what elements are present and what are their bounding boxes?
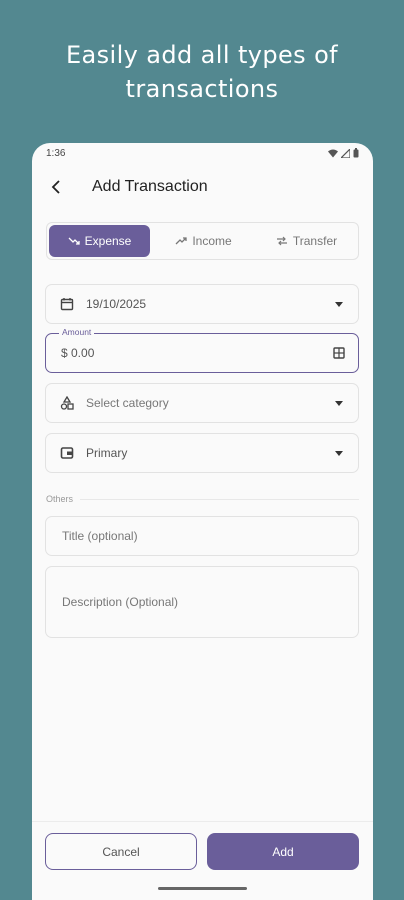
category-placeholder: Select category — [86, 396, 169, 410]
chevron-down-icon — [332, 450, 346, 456]
tab-transfer-label: Transfer — [292, 234, 338, 248]
amount-value: $ 0.00 — [61, 346, 95, 360]
chevron-down-icon — [332, 400, 346, 406]
amount-field[interactable]: $ 0.00 — [45, 333, 359, 373]
swap-icon — [276, 236, 287, 246]
tab-expense[interactable]: Expense — [49, 225, 150, 257]
tab-income-label: Income — [192, 234, 232, 248]
add-button[interactable]: Add — [207, 833, 359, 870]
title-placeholder: Title (optional) — [62, 529, 138, 543]
tab-transfer[interactable]: Transfer — [255, 223, 358, 259]
category-icon — [58, 394, 76, 412]
app-bar: Add Transaction — [32, 171, 373, 203]
title-input[interactable]: Title (optional) — [45, 516, 359, 556]
status-time: 1:36 — [46, 147, 66, 159]
description-placeholder: Description (Optional) — [62, 595, 179, 609]
tab-income[interactable]: Income — [152, 223, 255, 259]
status-icons — [328, 148, 359, 158]
home-indicator[interactable] — [158, 887, 247, 890]
date-field[interactable]: 19/10/2025 — [45, 284, 359, 324]
page-title: Add Transaction — [92, 178, 208, 195]
promo-headline-line1: Easily add all types of — [65, 41, 339, 69]
calendar-icon — [58, 295, 76, 313]
trending-down-icon — [68, 237, 80, 245]
signal-icon — [341, 148, 350, 158]
battery-icon — [353, 148, 359, 158]
wallet-icon — [58, 444, 76, 462]
category-select[interactable]: Select category — [45, 383, 359, 423]
phone-screen: 1:36 Add Transaction Expense Income Tran… — [32, 143, 373, 900]
wifi-icon — [328, 149, 338, 157]
description-input[interactable]: Description (Optional) — [45, 566, 359, 638]
cancel-button[interactable]: Cancel — [45, 833, 197, 870]
promo-headline: Easily add all types of transactions — [0, 38, 404, 106]
chevron-down-icon — [332, 301, 346, 307]
trending-up-icon — [175, 237, 187, 245]
status-bar: 1:36 — [32, 143, 373, 163]
transaction-type-toggle: Expense Income Transfer — [46, 222, 359, 260]
back-button[interactable] — [36, 171, 76, 203]
others-section-label: Others — [46, 494, 74, 504]
tab-expense-label: Expense — [84, 234, 132, 248]
arrow-back-icon — [51, 180, 60, 194]
account-value: Primary — [86, 446, 128, 460]
bottom-action-bar: Cancel Add — [32, 821, 373, 900]
amount-label: Amount — [59, 327, 95, 337]
date-value: 19/10/2025 — [86, 297, 147, 311]
account-select[interactable]: Primary — [45, 433, 359, 473]
section-divider — [80, 499, 359, 500]
calculator-icon[interactable] — [332, 347, 346, 359]
promo-headline-line2: transactions — [125, 75, 279, 103]
